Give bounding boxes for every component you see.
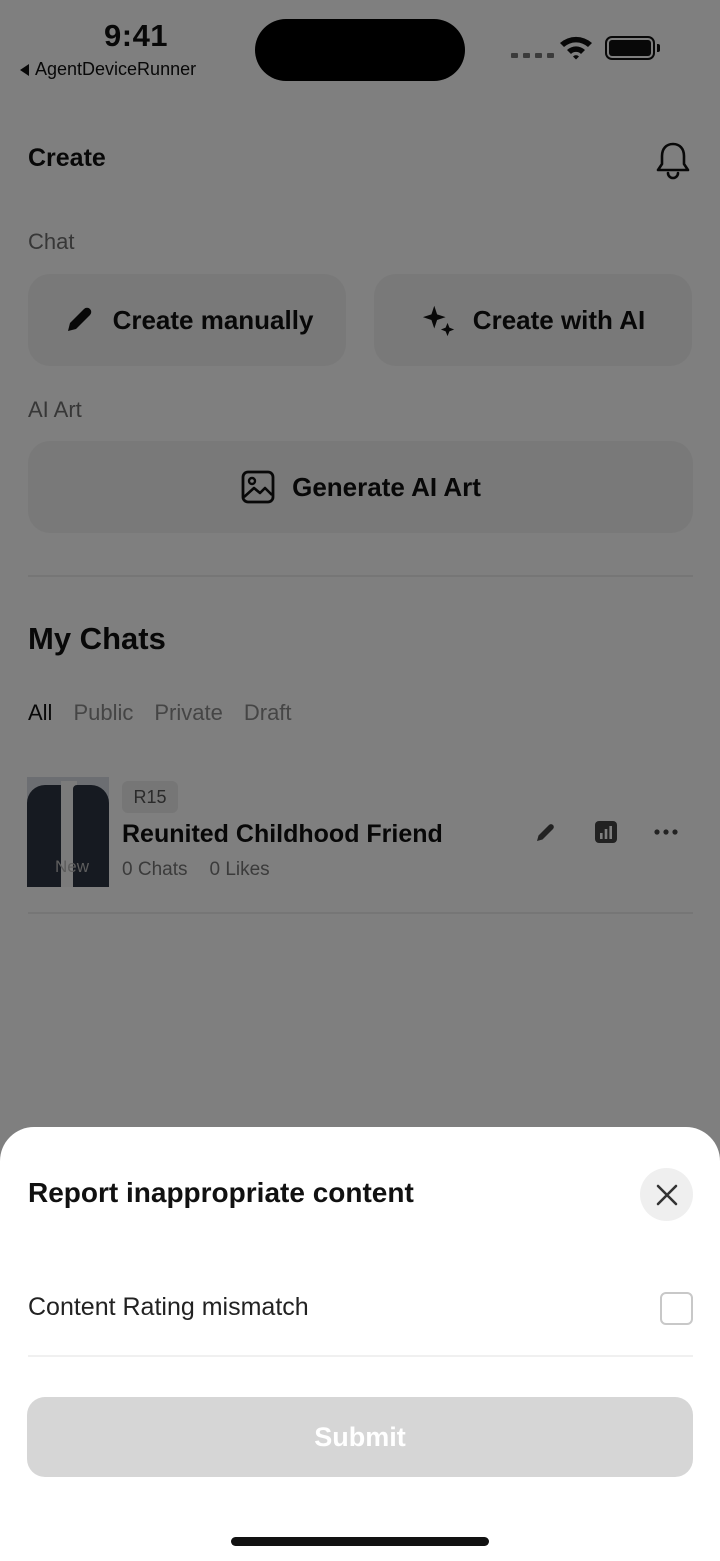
sheet-divider xyxy=(28,1355,693,1357)
report-bottom-sheet: Report inappropriate content Content Rat… xyxy=(0,1127,720,1561)
close-icon xyxy=(656,1184,677,1205)
close-button[interactable] xyxy=(640,1168,693,1221)
home-indicator xyxy=(231,1537,489,1546)
content-rating-checkbox[interactable] xyxy=(660,1292,693,1325)
report-title: Report inappropriate content xyxy=(28,1177,414,1208)
submit-button[interactable]: Submit xyxy=(27,1397,693,1477)
option-label: Content Rating mismatch xyxy=(28,1293,309,1321)
